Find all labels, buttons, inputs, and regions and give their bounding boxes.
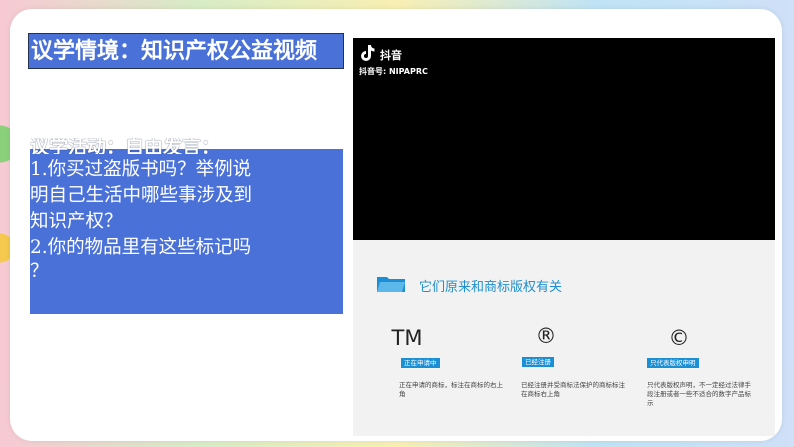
video-brand-label: 抖音 [380, 49, 402, 62]
activity-line: ？ [30, 261, 49, 282]
copyright-desc: 只代表版权声明，不一定经过法律手段注册或者一些不适合的数字产品标示 [647, 381, 751, 407]
activity-line: 1.你买过盗版书吗？举例说 [30, 159, 252, 180]
trademark-info-panel: 它们原来和商标版权有关 TM 正在申请中 正在申请的商标，标注在商标的右上角 ®… [353, 240, 775, 436]
slide: 议学情境：知识产权公益视频 议学活动：自由发言： 1.你买过盗版书吗？举例说 明… [10, 9, 782, 441]
trademark-symbol: TM [391, 326, 423, 350]
activity-line: 2.你的物品里有这些标记吗 [30, 237, 252, 258]
tiktok-logo-icon [361, 45, 375, 61]
trademark-badge: 正在申请中 [401, 358, 440, 368]
trademark-desc: 正在申请的商标，标注在商标的右上角 [399, 381, 503, 398]
activity-heading: 议学活动：自由发言： [30, 138, 221, 154]
registered-badge: 已经注册 [522, 357, 554, 367]
folder-icon [377, 277, 405, 292]
copyright-badge: 只代表版权申明 [647, 358, 699, 368]
registered-symbol: ® [535, 324, 557, 348]
copyright-symbol: © [668, 326, 690, 350]
registered-desc: 已经注册并受商标法保护的商标标注在商标右上角 [521, 381, 625, 398]
activity-panel: 议学活动：自由发言： 1.你买过盗版书吗？举例说 明自己生活中哪些事涉及到 知识… [30, 138, 343, 314]
video-player[interactable]: 抖音 抖音号: NIPAPRC [353, 38, 775, 240]
video-account-label: 抖音号: NIPAPRC [359, 67, 428, 76]
activity-line: 明自己生活中哪些事涉及到 [30, 185, 253, 206]
activity-line: 知识产权？ [30, 211, 123, 232]
slide-title: 议学情境：知识产权公益视频 [28, 33, 344, 69]
info-title: 它们原来和商标版权有关 [419, 280, 563, 295]
